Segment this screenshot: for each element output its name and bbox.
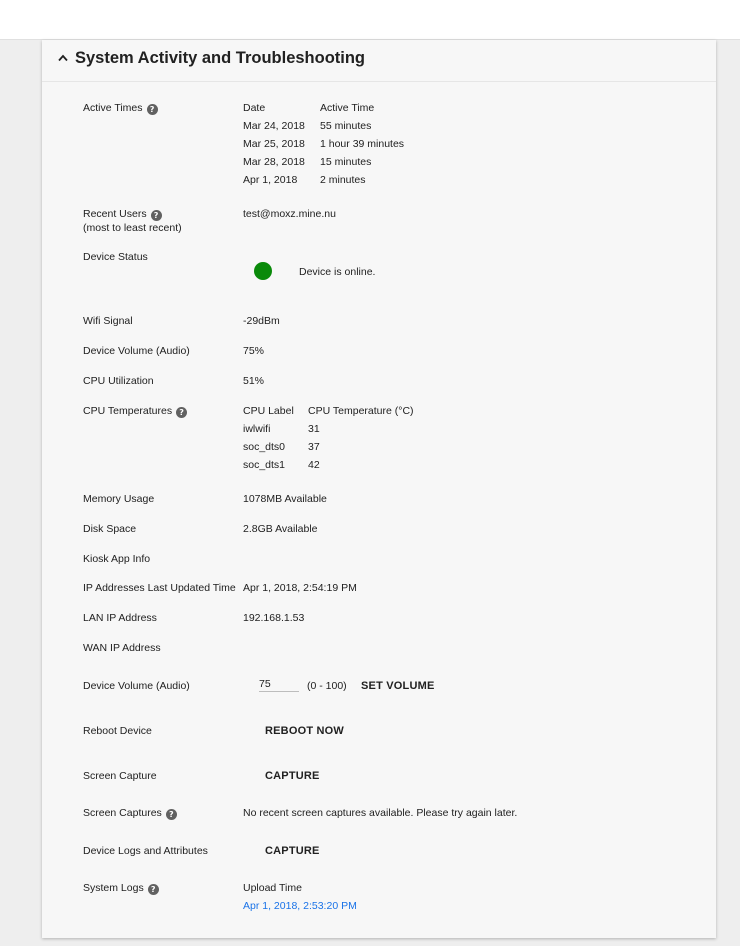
help-circle-icon[interactable]: ? — [150, 210, 162, 221]
device-status-value: Device is online. — [299, 266, 376, 278]
cpu-utilization-value: 51% — [243, 375, 265, 387]
cpu-temps-value: 42 — [308, 459, 320, 471]
system-logs-label: System Logs — [83, 882, 144, 894]
memory-usage-value: 1078MB Available — [243, 493, 327, 505]
recent-users-sublabel: (most to least recent) — [83, 222, 182, 234]
active-times-col-time: Active Time — [320, 102, 375, 114]
active-times-date: Mar 28, 2018 — [243, 156, 305, 168]
help-circle-icon[interactable]: ? — [147, 884, 159, 895]
recent-users-row-label: Recent Users? — [83, 207, 162, 221]
cpu-temps-col-label: CPU Label — [243, 405, 294, 417]
volume-range: (0 - 100) — [307, 680, 347, 692]
cpu-temps-col-temp: CPU Temperature (°C) — [308, 405, 414, 417]
top-bar — [0, 0, 740, 40]
active-times-date: Mar 24, 2018 — [243, 120, 305, 132]
cpu-temperatures-label: CPU Temperatures — [83, 405, 173, 417]
reboot-device-label: Reboot Device — [83, 725, 152, 737]
recent-users-value: test@moxz.mine.nu — [243, 208, 336, 220]
device-logs-label: Device Logs and Attributes — [83, 845, 208, 857]
system-activity-card: System Activity and Troubleshooting Acti… — [42, 40, 716, 938]
cpu-temperatures-row-label: CPU Temperatures? — [83, 404, 188, 418]
cpu-temps-value: 37 — [308, 441, 320, 453]
device-logs-capture-button[interactable]: CAPTURE — [265, 844, 320, 858]
section-title: System Activity and Troubleshooting — [75, 49, 366, 67]
volume-input[interactable] — [259, 676, 299, 692]
status-dot-icon — [254, 262, 272, 280]
active-times-date: Mar 25, 2018 — [243, 138, 305, 150]
cpu-temps-value: 31 — [308, 423, 320, 435]
memory-usage-label: Memory Usage — [83, 493, 155, 505]
chevron-up-icon[interactable] — [58, 54, 68, 62]
section-header[interactable]: System Activity and Troubleshooting — [42, 40, 716, 82]
ip-updated-value: Apr 1, 2018, 2:54:19 PM — [243, 582, 357, 594]
active-times-duration: 55 minutes — [320, 120, 372, 132]
disk-space-value: 2.8GB Available — [243, 523, 318, 535]
cpu-temps-name: soc_dts1 — [243, 459, 286, 471]
system-logs-row-label: System Logs? — [83, 881, 159, 895]
active-times-date: Apr 1, 2018 — [243, 174, 298, 186]
volume-input-wrap — [259, 674, 299, 692]
screen-captures-value: No recent screen captures available. Ple… — [243, 807, 518, 819]
lan-ip-value: 192.168.1.53 — [243, 612, 305, 624]
wifi-signal-value: -29dBm — [243, 315, 280, 327]
cpu-temps-name: iwlwifi — [243, 423, 271, 435]
cpu-utilization-label: CPU Utilization — [83, 375, 154, 387]
help-circle-icon[interactable]: ? — [176, 407, 188, 418]
wifi-signal-label: Wifi Signal — [83, 315, 133, 327]
screen-capture-label: Screen Capture — [83, 770, 157, 782]
active-times-row-label: Active Times? — [83, 101, 158, 115]
device-volume-value: 75% — [243, 345, 265, 357]
active-times-label: Active Times — [83, 102, 143, 114]
system-logs-col-upload: Upload Time — [243, 882, 302, 894]
kiosk-app-info-label: Kiosk App Info — [83, 553, 151, 565]
device-status-label: Device Status — [83, 251, 148, 263]
help-circle-icon[interactable]: ? — [146, 104, 158, 115]
disk-space-label: Disk Space — [83, 523, 137, 535]
screen-captures-row-label: Screen Captures? — [83, 806, 177, 820]
active-times-duration: 2 minutes — [320, 174, 366, 186]
help-circle-icon[interactable]: ? — [165, 809, 177, 820]
set-volume-label: Device Volume (Audio) — [83, 680, 190, 692]
system-log-link[interactable]: Apr 1, 2018, 2:53:20 PM — [243, 899, 357, 913]
active-times-duration: 1 hour 39 minutes — [320, 138, 405, 150]
device-volume-label: Device Volume (Audio) — [83, 345, 190, 357]
screen-capture-button[interactable]: CAPTURE — [265, 769, 320, 783]
active-times-col-date: Date — [243, 102, 266, 114]
screen-captures-label: Screen Captures — [83, 807, 162, 819]
cpu-temps-name: soc_dts0 — [243, 441, 286, 453]
recent-users-label: Recent Users — [83, 208, 147, 220]
set-volume-button[interactable]: SET VOLUME — [361, 679, 435, 693]
ip-updated-label: IP Addresses Last Updated Time — [83, 582, 236, 594]
lan-ip-label: LAN IP Address — [83, 612, 157, 624]
reboot-now-button[interactable]: REBOOT NOW — [265, 724, 344, 738]
wan-ip-label: WAN IP Address — [83, 642, 161, 654]
active-times-duration: 15 minutes — [320, 156, 372, 168]
